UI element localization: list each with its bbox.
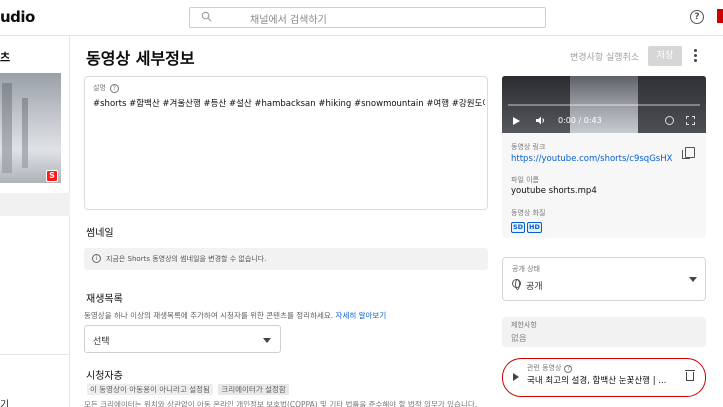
more-options-icon[interactable] xyxy=(692,48,698,64)
search-icon xyxy=(201,11,212,22)
creator-set-badge: 크리에이터가 설정함 xyxy=(218,384,289,395)
playlist-select-value: 선택 xyxy=(93,337,110,347)
audience-status-text: 이 동영상이 아동용이 아니라고 설정됨 xyxy=(87,384,213,395)
sidebar-item-bottom[interactable]: 기 xyxy=(0,396,9,407)
thumbnail-tree-shape xyxy=(22,98,28,168)
help-icon[interactable]: ? xyxy=(564,365,573,373)
thumbnail-notice: i 지금은 Shorts 동영상의 썸네일을 변경할 수 없습니다. xyxy=(84,248,488,270)
quality-badge-hd: HD xyxy=(527,222,542,233)
top-bar: udio 채널에서 검색하기 ? xyxy=(0,0,723,36)
help-icon[interactable]: ? xyxy=(690,10,704,24)
search-box[interactable]: 채널에서 검색하기 xyxy=(189,7,546,28)
audience-status: 이 동영상이 아동용이 아니라고 설정됨 크리에이터가 설정함 xyxy=(84,384,289,395)
chevron-down-icon xyxy=(263,338,271,343)
visibility-value: 공개 xyxy=(526,282,543,292)
play-icon[interactable] xyxy=(513,373,519,381)
info-icon: i xyxy=(92,254,101,263)
chevron-down-icon xyxy=(689,277,697,282)
restrictions-field: 제한사항 없음 xyxy=(502,317,706,347)
play-icon[interactable] xyxy=(513,117,520,125)
globe-icon xyxy=(512,279,521,290)
restrictions-label: 제한사항 xyxy=(511,321,537,329)
video-player[interactable]: 0:00 / 0:43 xyxy=(502,76,706,133)
playlist-description: 동영상을 하나 이상의 재생목록에 추가하여 시청자를 위한 콘텐츠를 정리하세… xyxy=(84,310,386,321)
file-name: youtube shorts.mp4 xyxy=(511,186,597,196)
thumbnail-heading: 썸네일 xyxy=(86,228,114,239)
shorts-icon: S xyxy=(46,170,58,182)
trash-icon[interactable] xyxy=(685,370,695,381)
help-icon[interactable]: ? xyxy=(109,83,119,93)
related-video-label: 관련 동영상? xyxy=(527,363,573,373)
page-title: 동영상 세부정보 xyxy=(86,49,195,68)
description-label: 설명? xyxy=(93,83,119,93)
fullscreen-icon[interactable] xyxy=(686,116,695,125)
video-link-label: 동영상 링크 xyxy=(511,143,546,151)
video-quality-label: 동영상 화질 xyxy=(511,209,546,217)
description-label-text: 설명 xyxy=(93,84,106,92)
video-time: 0:00 / 0:43 xyxy=(558,116,602,125)
undo-changes-button[interactable]: 변경사항 실행취소 xyxy=(570,50,639,63)
audience-legal-text: 모든 크리에이터는 위치와 상관없이 아동 온라인 개인정보 보호법(COPPA… xyxy=(84,400,478,407)
sidebar-divider xyxy=(0,354,70,355)
video-progress-bar[interactable] xyxy=(508,104,700,106)
related-video-label-text: 관련 동영상 xyxy=(527,364,562,372)
brand-logo-text[interactable]: udio xyxy=(0,8,35,26)
related-video-title[interactable]: 국내 최고의 설경, 함백산 눈꽃산행 | ... xyxy=(527,374,675,386)
save-button[interactable]: 저장 xyxy=(648,46,682,66)
playlist-select[interactable]: 선택 xyxy=(84,325,281,353)
video-preview-card: 0:00 / 0:43 동영상 링크 https://youtube.com/s… xyxy=(502,76,706,238)
playlist-description-text: 동영상을 하나 이상의 재생목록에 추가하여 시청자를 위한 콘텐츠를 정리하세… xyxy=(84,311,334,320)
learn-more-link[interactable]: 자세히 알아보기 xyxy=(336,311,387,320)
sidebar-title: 츠 xyxy=(0,51,11,64)
thumbnail-notice-text: 지금은 Shorts 동영상의 썸네일을 변경할 수 없습니다. xyxy=(106,255,267,263)
playlist-heading: 재생목록 xyxy=(86,294,123,305)
volume-icon[interactable] xyxy=(536,116,546,125)
copy-icon[interactable] xyxy=(682,147,695,159)
search-placeholder[interactable]: 채널에서 검색하기 xyxy=(250,11,327,26)
video-link[interactable]: https://youtube.com/shorts/c9sqGsHX... xyxy=(511,154,673,164)
gear-icon[interactable] xyxy=(665,116,674,125)
audience-heading: 시청자층 xyxy=(86,371,123,382)
thumbnail-tree-shape xyxy=(2,83,12,173)
visibility-select[interactable]: 공개 상태 공개 xyxy=(502,257,706,301)
sidebar-item-details[interactable] xyxy=(0,193,70,216)
left-sidebar: 츠 S 기 xyxy=(0,36,70,407)
related-video-field[interactable]: 관련 동영상? 국내 최고의 설경, 함백산 눈꽃산행 | ... xyxy=(502,358,706,397)
quality-badge-sd: SD xyxy=(511,222,526,233)
description-field[interactable]: 설명? #shorts #함백산 #겨울산행 #등산 #설산 #hambacks… xyxy=(84,76,488,210)
sidebar-video-thumbnail[interactable]: S xyxy=(0,73,61,183)
account-avatar[interactable] xyxy=(717,9,723,23)
file-name-label: 파일 이름 xyxy=(511,176,539,184)
restrictions-value: 없음 xyxy=(511,334,527,344)
visibility-label: 공개 상태 xyxy=(512,265,540,273)
description-text[interactable]: #shorts #함백산 #겨울산행 #등산 #설산 #hambacksan #… xyxy=(93,97,485,109)
